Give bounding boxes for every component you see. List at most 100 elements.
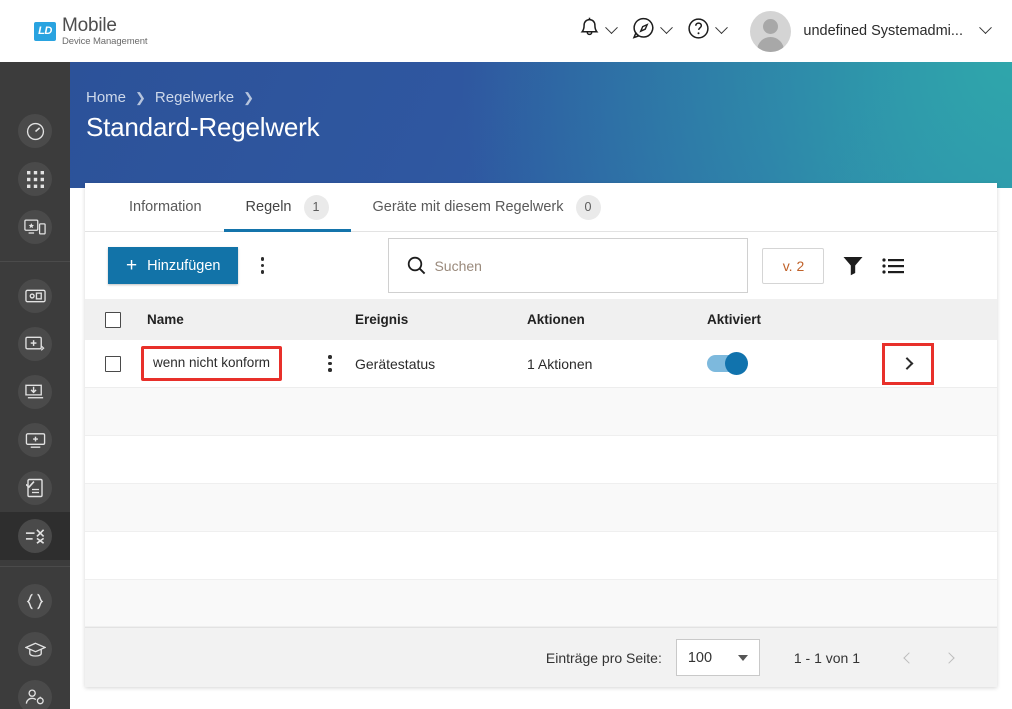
- page-banner: Home ❯ Regelwerke ❯ Standard-Regelwerk: [70, 62, 1012, 188]
- per-page-select[interactable]: 100: [675, 639, 760, 676]
- sidebar-item-download[interactable]: [0, 368, 70, 416]
- sidebar-item-user-admin[interactable]: [0, 673, 70, 709]
- column-header-aktionen: Aktionen: [527, 312, 585, 327]
- breadcrumb-item-regelwerke[interactable]: Regelwerke: [155, 89, 234, 106]
- breadcrumb-item-home[interactable]: Home: [86, 89, 126, 106]
- rules-table: Name Ereignis Aktionen Aktiviert wenn ni…: [85, 299, 997, 627]
- application-root: LD Mobile Device Management undefined Sy…: [0, 0, 1012, 709]
- tab-geraete[interactable]: Geräte mit diesem Regelwerk 0: [351, 183, 623, 231]
- per-page-label: Einträge pro Seite:: [545, 649, 662, 666]
- avatar: [750, 10, 792, 52]
- page-title: Standard-Regelwerk: [86, 112, 320, 142]
- bell-icon: [579, 17, 600, 45]
- table-row-empty: [85, 484, 997, 532]
- code-braces-icon: [18, 584, 52, 618]
- rule-enabled-toggle[interactable]: [707, 352, 748, 375]
- result-range-label: 1 - 1 von 1: [793, 649, 860, 666]
- next-page-button[interactable]: [934, 643, 964, 673]
- user-menu[interactable]: undefined Systemadmi...: [734, 10, 998, 52]
- chevron-right-icon: [900, 357, 913, 370]
- more-vertical-icon[interactable]: [249, 251, 275, 281]
- sidebar-group-primary: [0, 62, 70, 261]
- open-rule-detail-button[interactable]: [882, 342, 934, 385]
- list-columns-icon[interactable]: [882, 257, 905, 274]
- row-menu-cell: [305, 349, 355, 379]
- app-logo[interactable]: LD Mobile Device Management: [34, 14, 148, 47]
- toggle-knob: [725, 352, 748, 375]
- version-selector[interactable]: v. 2: [762, 247, 825, 284]
- sidebar-group-tools: 5.18.2: [0, 566, 70, 709]
- column-header-name: Name: [147, 312, 184, 327]
- dashboard-speedometer-icon: [18, 114, 52, 148]
- tab-information[interactable]: Information: [107, 183, 224, 231]
- table-toolbar: + Hinzufügen v. 2: [85, 232, 997, 299]
- checklist-icon: [18, 471, 52, 505]
- rule-detail-cell: [872, 342, 997, 385]
- add-button[interactable]: + Hinzufügen: [108, 247, 239, 284]
- download-device-icon: [18, 375, 52, 409]
- top-bar: LD Mobile Device Management undefined Sy…: [0, 0, 1012, 62]
- sidebar-item-enrollment[interactable]: [0, 203, 70, 251]
- sidebar-item-dashboard[interactable]: [0, 107, 70, 155]
- sidebar-item-training[interactable]: [0, 625, 70, 673]
- sidebar-group-devices: [0, 261, 70, 566]
- apps-grid-icon: [18, 162, 52, 196]
- plus-icon: +: [126, 255, 138, 276]
- table-row-empty: [85, 532, 997, 580]
- add-screen-icon: [18, 423, 52, 457]
- select-all-checkbox[interactable]: [105, 311, 121, 328]
- filter-funnel-icon[interactable]: [842, 255, 864, 276]
- add-button-label: Hinzufügen: [147, 257, 221, 274]
- notifications-menu[interactable]: [571, 17, 624, 45]
- sidebar-item-api[interactable]: [0, 577, 70, 625]
- rule-name-cell: wenn nicht konform: [133, 346, 305, 381]
- row-more-vertical-icon[interactable]: [317, 349, 343, 379]
- row-select-cell: [85, 355, 133, 372]
- chevron-right-icon: [943, 651, 955, 664]
- sidebar-item-apps[interactable]: [0, 155, 70, 203]
- rule-enabled-cell: [707, 352, 872, 375]
- chevron-right-icon: ❯: [135, 89, 146, 105]
- tab-regeln[interactable]: Regeln 1: [223, 183, 351, 232]
- search-icon: [407, 256, 426, 275]
- column-header-ereignis: Ereignis: [355, 312, 409, 327]
- sidebar-item-checklist[interactable]: [0, 464, 70, 512]
- support-menu[interactable]: [624, 17, 679, 45]
- tab-label: Geräte mit diesem Regelwerk: [372, 199, 564, 215]
- rules-icon: [18, 519, 52, 553]
- sidebar: 5.18.2: [0, 62, 70, 709]
- search-input[interactable]: [434, 257, 695, 274]
- help-menu[interactable]: [679, 17, 734, 45]
- search-box[interactable]: [388, 238, 749, 293]
- tab-badge: 1: [303, 194, 329, 220]
- graduation-cap-icon: [18, 632, 52, 666]
- logo-subtitle: Device Management: [62, 35, 148, 47]
- chevron-down-icon: [737, 654, 748, 661]
- top-bar-actions: undefined Systemadmi...: [571, 10, 998, 52]
- question-circle-icon: [687, 17, 710, 45]
- chevron-down-icon: [605, 21, 619, 40]
- breadcrumb: Home ❯ Regelwerke ❯: [86, 89, 254, 106]
- rule-name-highlighted[interactable]: wenn nicht konform: [141, 346, 283, 381]
- pagination-controls: [894, 643, 964, 673]
- logo-mark-icon: LD: [34, 21, 56, 41]
- chevron-left-icon: [903, 651, 915, 664]
- chevron-down-icon: [715, 21, 729, 40]
- logo-title: Mobile: [62, 14, 117, 36]
- row-checkbox[interactable]: [105, 355, 121, 372]
- sidebar-item-add-device[interactable]: [0, 320, 70, 368]
- table-header-row: Name Ereignis Aktionen Aktiviert: [85, 299, 997, 340]
- per-page-value: 100: [687, 649, 713, 666]
- user-admin-icon: [18, 680, 52, 709]
- tab-bar: Information Regeln 1 Geräte mit diesem R…: [85, 183, 997, 232]
- sidebar-item-rules[interactable]: [0, 512, 70, 560]
- select-all-cell: [85, 311, 133, 328]
- sidebar-item-add-screen[interactable]: [0, 416, 70, 464]
- logo-text: Mobile Device Management: [62, 14, 148, 47]
- table-row[interactable]: wenn nicht konform Gerätestatus 1 Aktion…: [85, 340, 997, 388]
- devices-icon: [18, 279, 52, 313]
- previous-page-button[interactable]: [894, 643, 924, 673]
- compass-chat-icon: [632, 17, 655, 45]
- content-card: Information Regeln 1 Geräte mit diesem R…: [85, 183, 997, 687]
- sidebar-item-devices[interactable]: [0, 272, 70, 320]
